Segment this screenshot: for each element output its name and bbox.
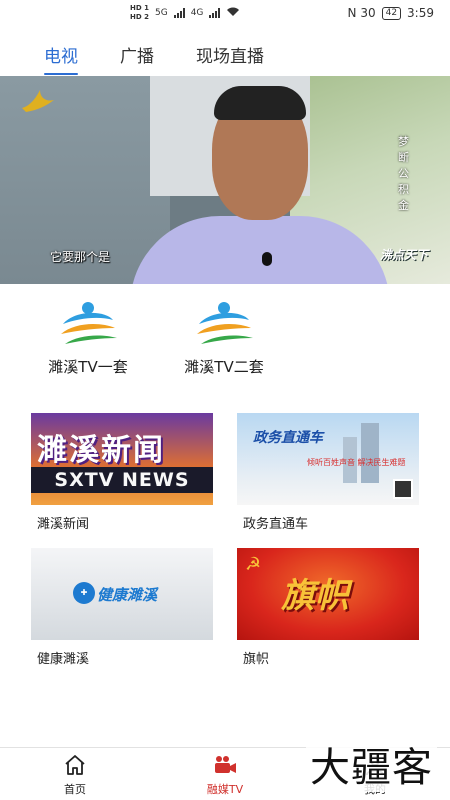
signal-icon [209, 8, 221, 18]
hd1-label: HD 1 [130, 4, 149, 12]
qr-code-icon [393, 479, 413, 499]
nav-label: 首页 [64, 783, 86, 796]
hd2-label: HD 2 [130, 13, 149, 21]
status-system: N 30 42 3:59 [348, 6, 434, 20]
status-bar: HD 1 HD 2 5G 4G N 30 42 3:59 [0, 0, 450, 26]
program-thumbnail: ✚ 健康濉溪 [31, 548, 213, 640]
health-badge-icon: ✚ [73, 582, 95, 604]
program-label: 健康濉溪 [37, 652, 90, 667]
wifi-icon [226, 7, 240, 20]
signal-icon [173, 8, 185, 18]
program-card-flag[interactable]: ☭ 旗帜 旗帜 [237, 548, 419, 667]
program-thumbnail: 濉溪新闻 SXTV NEWS [31, 413, 213, 505]
program-thumbnail: 政务直通车 倾听百姓声音 解决民生难题 [237, 413, 419, 505]
battery-icon: 42 [381, 6, 402, 20]
nfc-vibrate-icons: N 30 [347, 6, 376, 20]
program-card-health[interactable]: ✚ 健康濉溪 健康濉溪 [31, 548, 213, 667]
sxtv-logo-icon [61, 302, 117, 344]
sxtv-logo-icon [197, 302, 253, 344]
channel-bird-logo-icon [20, 88, 56, 120]
hd-indicator: HD 1 HD 2 [130, 4, 149, 22]
channel-label: 濉溪TV一套 [48, 358, 128, 376]
thumbnail-banner: SXTV NEWS [31, 467, 213, 493]
thumbnail-title: 濉溪新闻 [37, 433, 165, 468]
tab-tv[interactable]: 电视 [44, 30, 78, 75]
network-type-1: 5G [154, 8, 168, 18]
program-card-gov[interactable]: 政务直通车 倾听百姓声音 解决民生难题 政务直通车 [237, 413, 419, 532]
video-side-caption: 梦断公积金 [398, 135, 409, 212]
video-watermark: 沸点天下 [379, 248, 428, 262]
channel-label: 濉溪TV二套 [184, 358, 264, 376]
channel-item-2[interactable]: 濉溪TV二套 [164, 300, 284, 377]
video-player[interactable]: 它要那个是 梦断公积金 沸点天下 [0, 76, 450, 284]
nav-label: 融媒TV [206, 783, 244, 796]
program-label: 政务直通车 [243, 517, 309, 532]
thumbnail-title: 健康濉溪 [97, 586, 158, 604]
clock: 3:59 [407, 6, 434, 20]
video-person-hair [214, 86, 306, 120]
program-label: 旗帜 [243, 652, 270, 667]
program-thumbnail: ☭ 旗帜 [237, 548, 419, 640]
tab-live[interactable]: 现场直播 [196, 30, 264, 67]
thumbnail-title: 旗帜 [281, 576, 349, 616]
hammer-sickle-icon: ☭ [245, 554, 262, 575]
home-icon [65, 755, 85, 775]
thumbnail-slogan: 倾听百姓声音 解决民生难题 [307, 458, 406, 467]
status-network: HD 1 HD 2 5G 4G [130, 4, 240, 22]
nav-tv[interactable]: 融媒TV [150, 748, 300, 800]
top-tabs: 电视 广播 现场直播 [0, 30, 450, 75]
nav-home[interactable]: 首页 [0, 748, 150, 800]
video-camera-icon [215, 756, 236, 773]
channel-item-1[interactable]: 濉溪TV一套 [28, 300, 148, 377]
thumbnail-title: 政务直通车 [253, 430, 323, 446]
tab-radio[interactable]: 广播 [120, 30, 154, 67]
program-card-news[interactable]: 濉溪新闻 SXTV NEWS 濉溪新闻 [31, 413, 213, 532]
program-label: 濉溪新闻 [37, 517, 90, 532]
brand-watermark: 大疆客 [306, 744, 437, 792]
network-type-2: 4G [190, 8, 204, 18]
thumbnail-building [361, 423, 379, 483]
microphone-icon [262, 252, 272, 266]
video-subtitle: 它要那个是 [50, 250, 111, 264]
channel-list: 濉溪TV一套 濉溪TV二套 [0, 300, 450, 386]
